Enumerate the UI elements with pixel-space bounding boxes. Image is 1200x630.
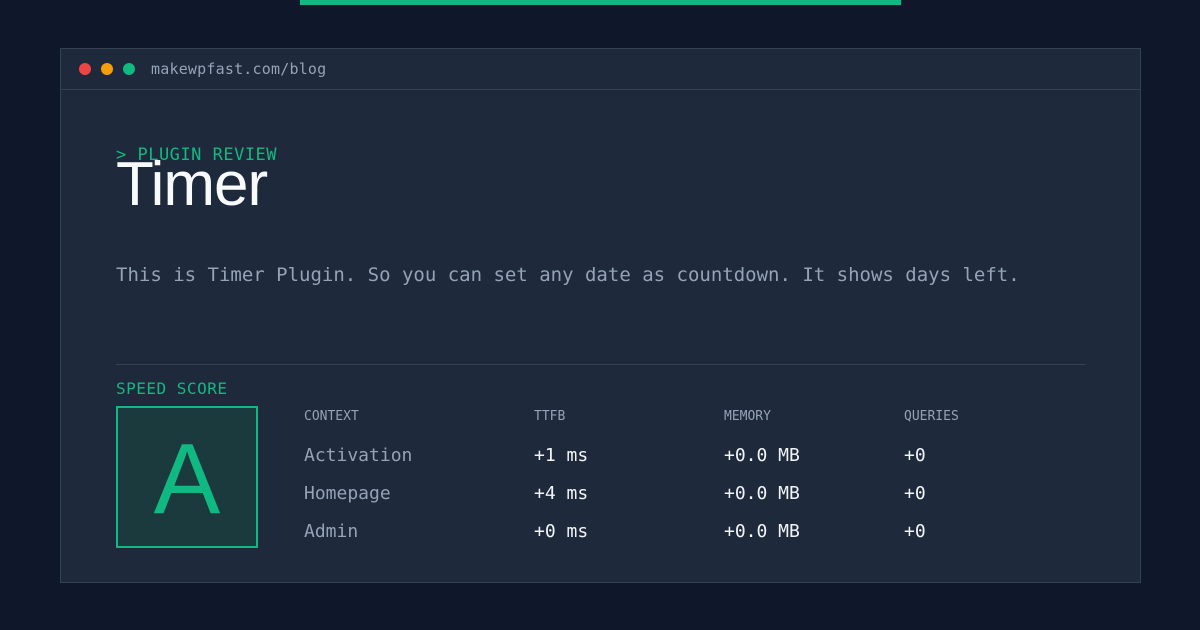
ttfb-cell: +1 ms bbox=[534, 445, 589, 466]
article-title: Timer bbox=[116, 150, 268, 219]
column-header-ttfb: TTFB bbox=[534, 409, 566, 424]
speed-grade-badge: A bbox=[116, 406, 258, 548]
window-titlebar: makewpfast.com/blog bbox=[61, 49, 1140, 90]
ttfb-cell: +4 ms bbox=[534, 483, 589, 504]
table-header-row: CONTEXT TTFB MEMORY QUERIES bbox=[304, 407, 1084, 427]
maximize-window-dot-icon[interactable] bbox=[123, 63, 135, 75]
context-cell: Homepage bbox=[304, 483, 391, 504]
table-row: Homepage +4 ms +0.0 MB +0 bbox=[304, 475, 1084, 513]
queries-cell: +0 bbox=[904, 483, 926, 504]
column-header-memory: MEMORY bbox=[724, 409, 771, 424]
ttfb-cell: +0 ms bbox=[534, 521, 589, 542]
queries-cell: +0 bbox=[904, 521, 926, 542]
url-text: makewpfast.com/blog bbox=[151, 60, 327, 78]
context-cell: Admin bbox=[304, 521, 359, 542]
context-cell: Activation bbox=[304, 445, 413, 466]
minimize-window-dot-icon[interactable] bbox=[101, 63, 113, 75]
memory-cell: +0.0 MB bbox=[724, 445, 800, 466]
queries-cell: +0 bbox=[904, 445, 926, 466]
column-header-context: CONTEXT bbox=[304, 409, 359, 424]
article-description: This is Timer Plugin. So you can set any… bbox=[116, 264, 1020, 286]
table-row: Activation +1 ms +0.0 MB +0 bbox=[304, 437, 1084, 475]
close-window-dot-icon[interactable] bbox=[79, 63, 91, 75]
table-row: Admin +0 ms +0.0 MB +0 bbox=[304, 513, 1084, 551]
speed-metrics-table: CONTEXT TTFB MEMORY QUERIES Activation +… bbox=[304, 407, 1084, 551]
memory-cell: +0.0 MB bbox=[724, 483, 800, 504]
top-accent-bar bbox=[300, 0, 901, 5]
speed-score-label: SPEED SCORE bbox=[116, 379, 228, 398]
column-header-queries: QUERIES bbox=[904, 409, 959, 424]
browser-window: makewpfast.com/blog > PLUGIN REVIEW Time… bbox=[60, 48, 1141, 583]
section-divider bbox=[116, 364, 1086, 365]
speed-grade: A bbox=[153, 423, 221, 535]
memory-cell: +0.0 MB bbox=[724, 521, 800, 542]
